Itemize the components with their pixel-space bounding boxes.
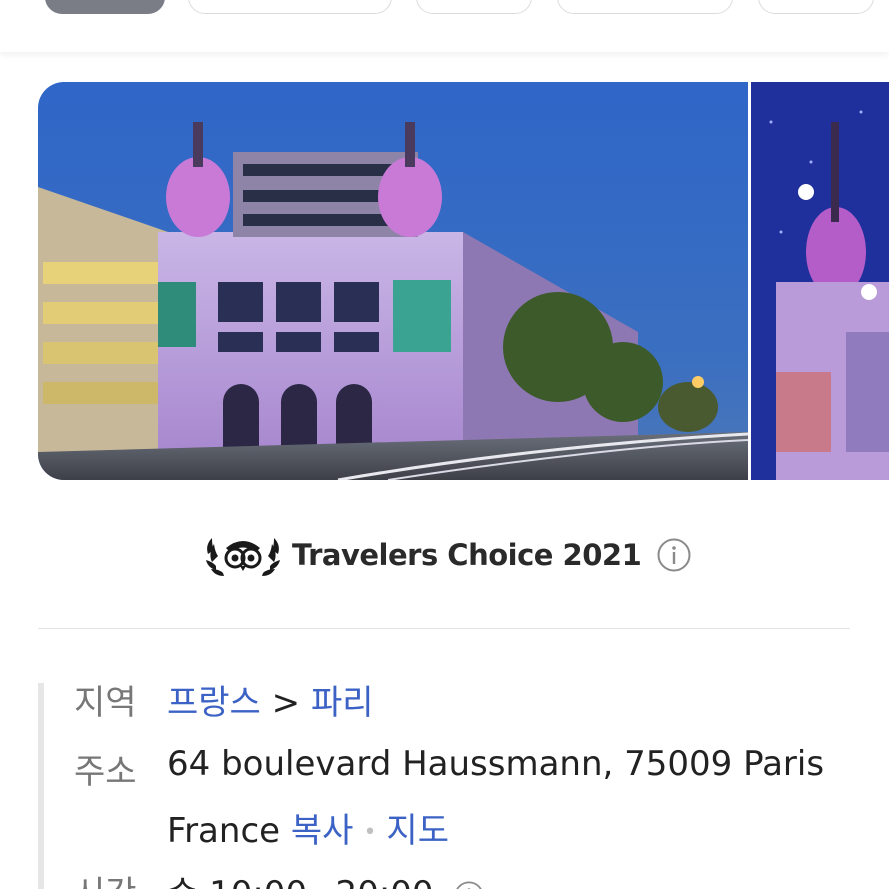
copy-address-link[interactable]: 복사: [291, 811, 354, 851]
map-link[interactable]: 지도: [386, 811, 449, 851]
address-label: 주소: [74, 752, 137, 792]
hours-label: 시간: [74, 866, 137, 889]
secondary-photo[interactable]: [751, 82, 889, 480]
hours-value: 수 10:00~20:00: [167, 866, 527, 889]
country-link[interactable]: 프랑스: [167, 683, 261, 723]
owl-laurel-logo-icon: [206, 538, 280, 576]
hours-text: 수 10:00~20:00: [167, 874, 434, 889]
region-value: 프랑스 > 파리: [167, 675, 374, 724]
address-value-continued: France 복사 • 지도: [167, 803, 449, 852]
filter-chip-bar: [0, 0, 889, 52]
info-icon[interactable]: [657, 538, 691, 572]
main-photo[interactable]: [38, 82, 748, 480]
filter-chip[interactable]: [416, 0, 532, 14]
region-separator: >: [271, 683, 301, 723]
travelers-choice-award: Travelers Choice 2021: [204, 532, 691, 578]
photo-carousel[interactable]: [38, 82, 889, 480]
info-icon[interactable]: [454, 880, 484, 889]
chevron-down-icon[interactable]: [501, 883, 527, 889]
address-line2: France: [167, 811, 281, 851]
filter-chip[interactable]: [758, 0, 874, 14]
award-label: Travelers Choice 2021: [292, 538, 642, 572]
link-separator: •: [363, 820, 377, 845]
filter-chip[interactable]: [188, 0, 392, 14]
filter-chip-active[interactable]: [45, 0, 165, 14]
region-label: 지역: [74, 683, 137, 723]
details-accent-bar: [38, 683, 44, 889]
section-divider: [38, 628, 850, 629]
address-line1: 64 boulevard Haussmann, 75009 Paris: [167, 744, 825, 784]
filter-chip[interactable]: [557, 0, 733, 14]
city-link[interactable]: 파리: [311, 683, 374, 723]
